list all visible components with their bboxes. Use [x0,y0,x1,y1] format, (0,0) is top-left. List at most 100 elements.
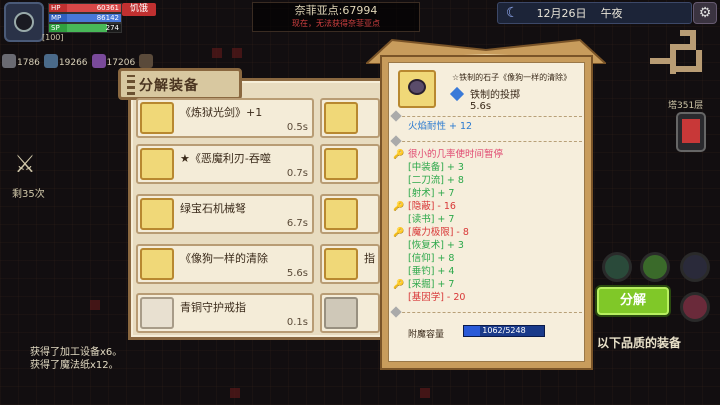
sp-value: 274 [105,24,119,32]
tooltip-stat: 很小的几率使时间暂停 [408,149,504,160]
settings-button[interactable]: ⚙ [693,2,717,24]
item-time: 0.5s [286,122,308,133]
box-icon [139,54,154,68]
remaining-count: 剩35次 [12,189,45,200]
message-log: 获得了加工设备x6。 获得了魔法纸x12。 [30,346,122,372]
enchant-capacity-value: 1062/5248 [482,326,526,335]
item-name: 《炼狱光剑》+1 [180,106,263,119]
tooltip-stat: [魔力极限] - 8 [408,227,469,238]
tooltip-divider [390,110,582,122]
equipment-item[interactable]: 《炼狱光剑》+1 0.5s [136,98,314,138]
gear-icon [2,54,16,68]
hp-bar: HP 60361 [48,3,122,13]
gear-icon: ⚙ [698,5,712,21]
item-name: 青铜守护戒指 [180,301,246,314]
key-icon: 🔑 [393,228,405,238]
amulet-icon [324,198,358,230]
swirl-icon[interactable] [680,252,710,282]
quality-filter-label[interactable]: 以下品质的装备 [597,334,681,351]
dungeon-tile [420,388,430,398]
skill-icon[interactable] [602,252,632,282]
scythe-icon [140,148,174,180]
enchant-capacity-bar: 1062/5248 [463,325,545,337]
hp-value: 60361 [96,4,119,12]
tooltip-stat: [基因学] - 20 [408,292,466,303]
log-line: 获得了魔法纸x12。 [30,360,119,371]
ring-icon [324,248,358,280]
tooltip-stat: [采掘] + 7 [408,279,455,290]
tooltip-type: 铁制的投掷 [470,90,520,101]
phone-icon[interactable] [676,112,706,152]
skill-icon[interactable] [640,252,670,282]
dungeon-tile [232,48,242,58]
tooltip-time: 5.6s [470,101,492,112]
tooltip-stat: [垂钓] + 4 [408,266,455,277]
enchant-capacity-label: 附魔容量 [408,330,445,340]
status-badge: 饥饿 [122,3,156,16]
equipment-item[interactable] [320,98,380,138]
hp-label: HP [49,4,67,12]
equipment-item[interactable]: 指 [320,244,380,284]
resource-item: 17206 [91,54,136,68]
mp-bar: MP 86142 [48,13,122,23]
armor-icon [324,148,358,180]
decompose-button[interactable]: 分解 [597,287,669,315]
equipment-item[interactable]: 绿宝石机械弩 6.7s [136,194,314,234]
equipment-item[interactable]: ★《恶魔利刃-吞噬 0.7s [136,144,314,184]
sword-icon [324,102,358,134]
nefia-points-box: 奈菲亚点:67994 现在，无法获得奈菲亚点 [252,2,420,32]
nefia-warning: 现在，无法获得奈菲亚点 [292,19,380,28]
item-name: 绿宝石机械弩 [180,202,246,215]
item-time: 0.1s [286,317,308,328]
stone-icon [140,248,174,280]
floor-label: 塔351层 [668,101,704,111]
date-text: 12月26日 [536,7,587,20]
equipment-item[interactable] [320,194,380,234]
stone-icon [398,70,436,108]
item-time: 0.7s [286,168,308,179]
resource-value: 17206 [106,58,136,68]
tooltip-stat: [信仰] + 8 [408,253,455,264]
equipment-item[interactable]: 青铜守护戒指 0.1s [136,293,314,333]
key-icon: 🔑 [393,150,405,160]
equipment-item[interactable]: 《像狗一样的清除 5.6s [136,244,314,284]
nefia-points: 奈菲亚点:67994 [294,4,378,17]
date-display: ☾ 12月26日 午夜 [497,2,692,24]
level-text: [100] [42,33,64,42]
time-of-day: 午夜 [600,7,623,20]
tooltip-divider [390,135,582,147]
player-avatar[interactable] [4,2,44,42]
resource-value: 1786 [17,58,40,68]
skill-icon[interactable] [680,292,710,322]
mp-label: MP [49,14,67,22]
stone-shape [408,79,426,95]
crossed-swords-icon: ⚔ [14,150,36,178]
crossbow-icon [140,198,174,230]
avatar-face [14,12,34,32]
moon-icon: ☾ [506,5,519,21]
panel-title-bar: 分解装备 [118,68,242,100]
sp-fill [67,24,107,32]
key-icon: 🔑 [393,202,405,212]
base-stat: 火焰耐性 + 12 [408,121,473,132]
item-name: 指 [364,252,375,265]
resource-item [139,54,154,68]
gem-icon [91,54,106,68]
dungeon-tile [212,48,222,58]
item-time: 6.7s [286,218,308,229]
panel-title: 分解装备 [139,78,199,94]
dungeon-tile [90,300,100,310]
sword-icon [140,102,174,134]
item-name: ★《恶魔利刃-吞噬 [180,152,271,165]
key-icon: 🔑 [393,280,405,290]
equipment-item[interactable] [320,144,380,184]
equipment-item[interactable] [320,293,380,333]
minimap[interactable] [640,30,716,90]
resource-item: 1786 [2,54,40,68]
sp-bar: SP 274 [48,23,122,33]
sp-label: SP [49,24,67,32]
tooltip-stat: [隐蔽] - 16 [408,201,456,212]
tooltip-title: ☆铁制的石子《像狗一样的清除》 [452,73,572,82]
resource-value: 19266 [58,58,88,68]
tooltip-stat: [读书] + 7 [408,214,455,225]
